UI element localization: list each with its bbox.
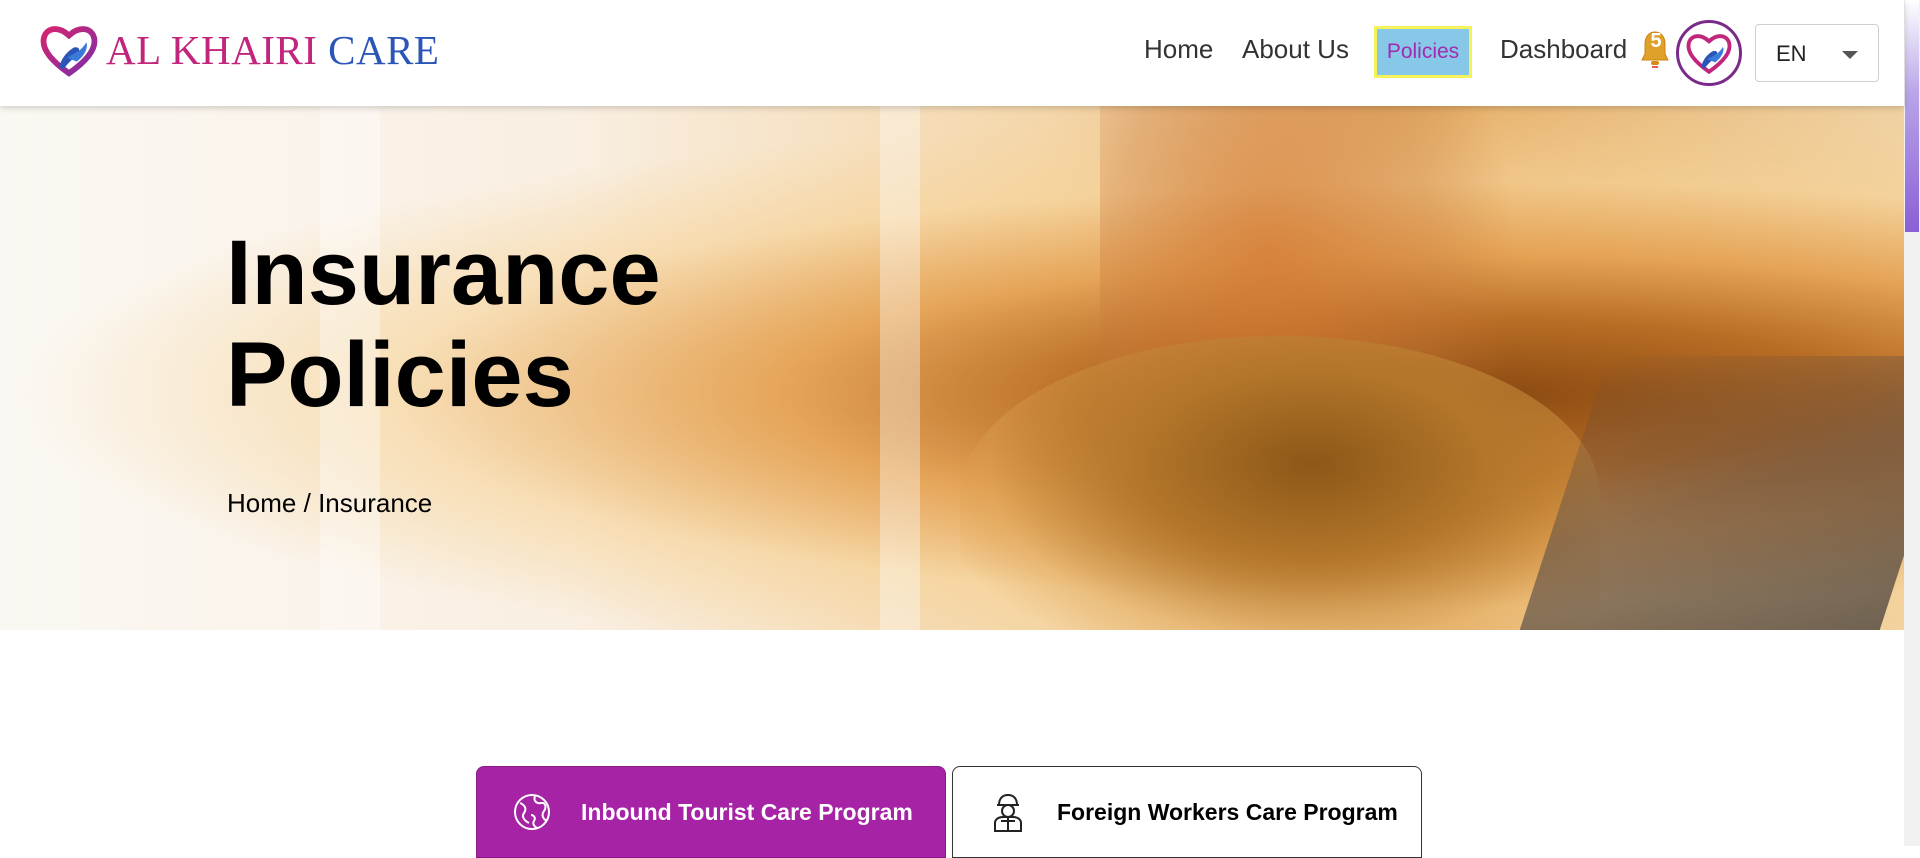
hero-background-decor [880, 106, 920, 630]
brand-logo[interactable]: AL KHAIRI CARE [38, 18, 439, 82]
tab-foreign-workers-care-program[interactable]: Foreign Workers Care Program [952, 766, 1422, 858]
worker-icon [994, 793, 1022, 832]
user-avatar[interactable] [1676, 20, 1742, 86]
tab-inbound-tourist-care-program[interactable]: Inbound Tourist Care Program [476, 766, 946, 858]
page-title: Insurance Policies [226, 222, 661, 426]
breadcrumb-separator: / [303, 488, 311, 518]
site-header: AL KHAIRI CARE Home About Us Policies Da… [0, 0, 1904, 106]
language-select[interactable]: EN [1755, 24, 1879, 82]
tab-label: Foreign Workers Care Program [1057, 798, 1398, 825]
brand-name: AL KHAIRI CARE [106, 27, 440, 73]
hero-background-decor [1511, 356, 1904, 630]
nav-policies-link[interactable]: Policies [1374, 26, 1472, 78]
heart-hands-logo-icon [40, 26, 98, 77]
breadcrumb-home-link[interactable]: Home [227, 488, 296, 518]
chevron-down-icon [1842, 51, 1858, 59]
page-scrollbar-thumb[interactable] [1905, 0, 1919, 232]
language-selected-value: EN [1776, 41, 1807, 66]
tab-label: Inbound Tourist Care Program [581, 798, 913, 825]
nav-about-us-link[interactable]: About Us [1242, 34, 1349, 65]
avatar-logo-icon [1686, 34, 1732, 75]
notification-count-badge: 5 [1650, 30, 1662, 52]
globe-icon [514, 794, 550, 830]
breadcrumb-current: Insurance [318, 488, 433, 518]
nav-home-link[interactable]: Home [1144, 34, 1213, 65]
breadcrumb: Home / Insurance [227, 488, 432, 519]
nav-dashboard-link[interactable]: Dashboard [1500, 34, 1627, 65]
